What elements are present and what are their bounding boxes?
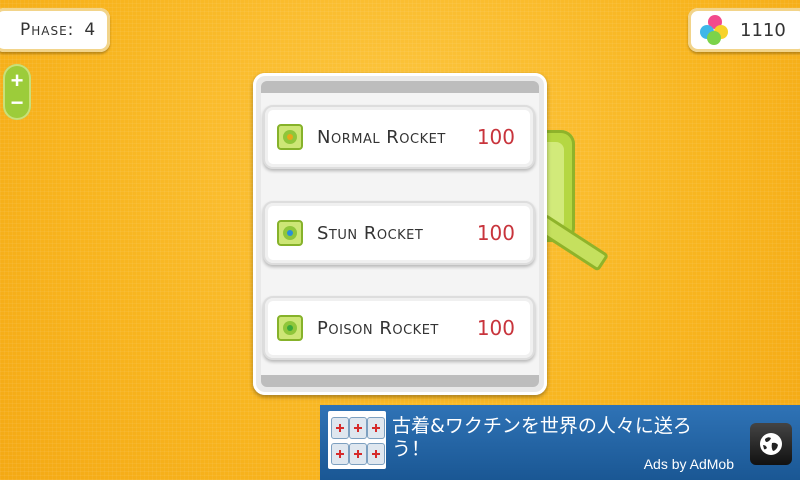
globe-icon[interactable] — [750, 423, 792, 465]
zoom-control[interactable]: + − — [3, 64, 31, 120]
menu-top-bar — [261, 81, 539, 93]
ad-attribution: Ads by AdMob — [643, 456, 734, 472]
zoom-out-icon[interactable]: − — [11, 92, 24, 114]
rocket-price: 100 — [476, 316, 515, 340]
coins-value: 1110 — [740, 19, 786, 41]
rocket-name: Poison Rocket — [317, 317, 439, 339]
colored-gems-icon — [700, 15, 730, 45]
rocket-name: Stun Rocket — [317, 222, 424, 244]
ad-thumbnail — [328, 411, 386, 469]
normal-rocket-button[interactable]: Normal Rocket 100 — [263, 105, 535, 169]
zoom-in-icon[interactable]: + — [11, 70, 24, 92]
stun-rocket-button[interactable]: Stun Rocket 100 — [263, 201, 535, 265]
poison-rocket-button[interactable]: Poison Rocket 100 — [263, 296, 535, 360]
ad-banner[interactable]: 古着&ワクチンを世界の人々に送ろう！ Ads by AdMob — [320, 405, 800, 480]
menu-bottom-bar — [261, 375, 539, 387]
rocket-price: 100 — [476, 221, 515, 245]
rocket-icon — [277, 220, 303, 246]
phase-panel: Phase: 4 — [0, 8, 110, 52]
phase-label: Phase: — [20, 20, 75, 40]
ad-text[interactable]: 古着&ワクチンを世界の人々に送ろう！ — [392, 415, 712, 461]
rocket-name: Normal Rocket — [317, 126, 446, 148]
phase-value: 4 — [84, 20, 97, 40]
coins-panel: 1110 — [688, 8, 800, 52]
rocket-icon — [277, 315, 303, 341]
rocket-price: 100 — [476, 125, 515, 149]
rocket-icon — [277, 124, 303, 150]
